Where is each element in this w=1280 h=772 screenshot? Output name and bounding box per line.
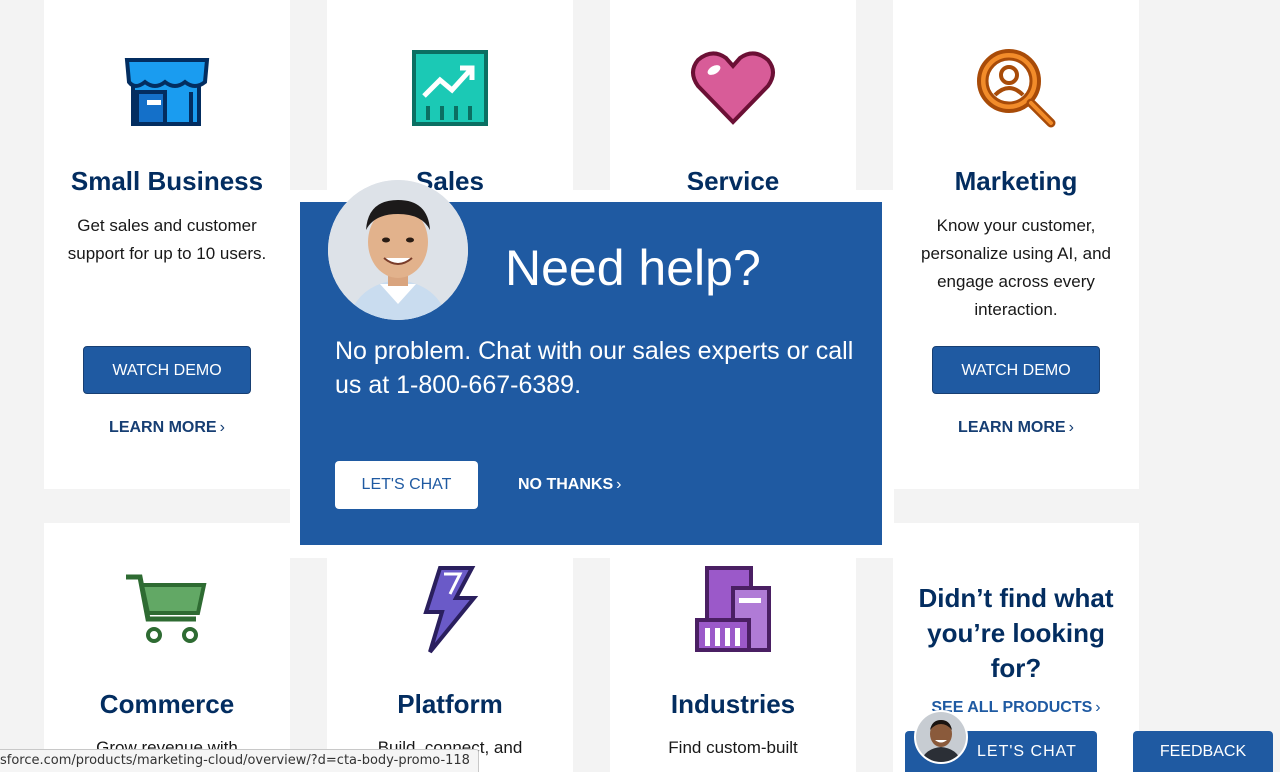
floating-chat-label: LET'S CHAT	[977, 743, 1077, 760]
chevron-right-icon: ›	[219, 419, 225, 436]
lightning-bolt-icon	[327, 563, 573, 655]
chevron-right-icon: ›	[1068, 419, 1074, 436]
heart-icon	[610, 42, 856, 134]
didnt-find-heading: Didn’t find what you’re looking for?	[918, 583, 1114, 683]
card-title: Platform	[397, 689, 503, 719]
modal-title: Need help?	[505, 240, 761, 296]
chat-agent-avatar[interactable]	[914, 710, 968, 764]
card-description: Get sales and customer support for up to…	[67, 216, 267, 263]
product-card-industries: Industries Find custom-built	[610, 557, 856, 772]
modal-body-text: No problem. Chat with our sales experts …	[335, 337, 854, 399]
storefront-icon	[44, 42, 290, 134]
learn-more-link[interactable]: LEARN MORE ›	[44, 417, 290, 439]
chevron-right-icon: ›	[616, 476, 622, 493]
card-title: Small Business	[70, 166, 264, 196]
need-help-modal: Need help? No problem. Chat with our sal…	[300, 180, 882, 545]
watch-demo-button[interactable]: WATCH DEMO	[932, 346, 1100, 394]
card-description: Find custom-built	[668, 738, 798, 757]
status-bar-url: sforce.com/products/marketing-cloud/over…	[0, 749, 479, 772]
buildings-icon	[610, 563, 856, 655]
customer-search-icon	[893, 42, 1139, 134]
product-card-small-business: Small Business Get sales and customer su…	[44, 0, 290, 489]
card-title: Marketing	[954, 166, 1078, 196]
card-title: Industries	[670, 689, 796, 719]
sales-agent-avatar	[328, 180, 468, 320]
watch-demo-button[interactable]: WATCH DEMO	[83, 346, 251, 394]
product-card-commerce: Commerce Grow revenue with	[44, 523, 290, 772]
product-card-marketing: Marketing Know your customer, personaliz…	[893, 0, 1139, 489]
chevron-right-icon: ›	[1095, 699, 1101, 716]
feedback-button[interactable]: FEEDBACK	[1133, 731, 1273, 772]
shopping-cart-icon	[44, 563, 290, 655]
lets-chat-button[interactable]: LET'S CHAT	[335, 461, 478, 509]
card-description: Know your customer, personalize using AI…	[921, 216, 1111, 319]
no-thanks-button[interactable]: NO THANKS ›	[518, 474, 621, 496]
product-card-platform: Platform Build, connect, and	[327, 557, 573, 772]
card-title: Commerce	[99, 689, 235, 719]
learn-more-link[interactable]: LEARN MORE ›	[893, 417, 1139, 439]
growth-chart-icon	[327, 42, 573, 134]
